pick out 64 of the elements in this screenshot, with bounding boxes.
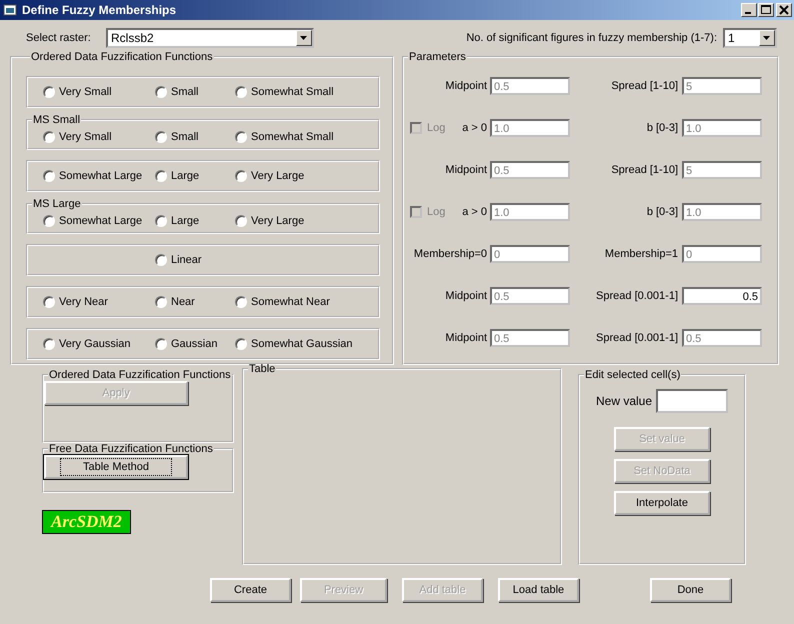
group-title: MS Small	[32, 114, 82, 126]
radio-option[interactable]: Small	[155, 131, 235, 143]
parameter-label: b [0-3]	[646, 206, 678, 218]
radio-option[interactable]: Somewhat Near	[235, 296, 330, 308]
radio-option[interactable]: Very Large	[235, 215, 304, 227]
parameter-label: Membership=1	[604, 248, 678, 260]
parameter-label: Midpoint	[445, 164, 487, 176]
parameter-label: Spread [1-10]	[611, 80, 678, 92]
caret-icon	[300, 36, 308, 40]
close-icon	[779, 5, 789, 15]
table-method-button[interactable]: Table Method	[44, 455, 188, 479]
radio-option[interactable]: Near	[155, 296, 235, 308]
parameter-label: Spread [0.001-1]	[596, 290, 678, 302]
radio-option[interactable]: Very Small	[43, 131, 155, 143]
radio-option[interactable]: Gaussian	[155, 338, 235, 350]
close-button[interactable]	[776, 3, 792, 17]
group-title: Table	[248, 363, 276, 375]
radio-option[interactable]: Large	[155, 170, 235, 182]
parameter-label: Spread [1-10]	[611, 164, 678, 176]
parameter-label: b [0-3]	[646, 122, 678, 134]
window-icon	[3, 3, 17, 17]
radio-option[interactable]: Somewhat Small	[235, 131, 334, 143]
radio-option[interactable]: Very Large	[235, 170, 304, 182]
caret-icon	[763, 36, 771, 40]
radio-option[interactable]: Somewhat Large	[43, 170, 155, 182]
parameter-label: Midpoint	[445, 332, 487, 344]
group-title: Edit selected cell(s)	[584, 369, 682, 381]
edit-button[interactable]: Interpolate	[614, 491, 710, 515]
minimize-button[interactable]	[741, 3, 757, 17]
parameter-field[interactable]: 0.5	[682, 287, 762, 305]
parameter-label: a > 0	[462, 122, 487, 134]
significant-figures-label: No. of significant figures in fuzzy membership (1-7):	[466, 32, 717, 44]
window-title: Define Fuzzy Memberships	[22, 3, 176, 17]
group-title: Free Data Fuzzification Functions	[48, 443, 214, 455]
parameter-label: a > 0	[462, 206, 487, 218]
parameter-label: Midpoint	[445, 290, 487, 302]
footer-button[interactable]: Done	[650, 578, 731, 602]
minimize-icon	[745, 12, 751, 14]
group-title: MS Large	[32, 198, 82, 210]
radio-option[interactable]: Very Gaussian	[43, 338, 155, 350]
footer-button[interactable]: Load table	[498, 578, 579, 602]
radio-option[interactable]: Somewhat Gaussian	[235, 338, 352, 350]
new-value-field[interactable]	[656, 389, 728, 413]
radio-option[interactable]: Large	[155, 215, 235, 227]
parameter-label: Midpoint	[445, 80, 487, 92]
select-raster-label: Select raster:	[26, 32, 92, 44]
significant-figures-dropdown[interactable]: 1	[723, 28, 777, 48]
radio-option[interactable]: Very Near	[43, 296, 155, 308]
radio-option[interactable]: Very Small	[43, 86, 155, 98]
parameter-label: Membership=0	[414, 248, 487, 260]
radio-option[interactable]: Somewhat Small	[235, 86, 334, 98]
new-value-label: New value	[596, 394, 652, 408]
parameter-label: Spread [0.001-1]	[596, 332, 678, 344]
group-title: Ordered Data Fuzzification Functions	[48, 369, 232, 381]
radio-option[interactable]: Small	[155, 86, 235, 98]
group-title: Ordered Data Fuzzification Functions	[30, 51, 214, 63]
footer-button[interactable]: Create	[210, 578, 291, 602]
raster-dropdown[interactable]: Rclssb2	[106, 28, 314, 48]
radio-option[interactable]: Somewhat Large	[43, 215, 155, 227]
logo-badge: ArcSDM2	[42, 510, 131, 534]
radio-option[interactable]: Linear	[155, 254, 202, 266]
maximize-icon	[761, 5, 771, 15]
maximize-button[interactable]	[758, 3, 774, 17]
group-title: Parameters	[408, 51, 467, 63]
